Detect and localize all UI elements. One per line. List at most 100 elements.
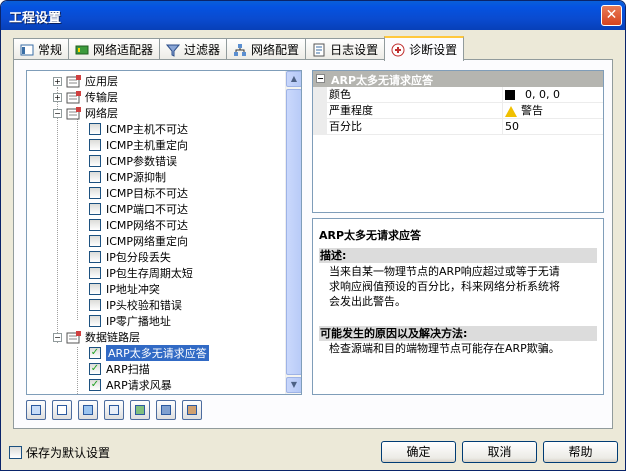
tree-item[interactable]: ✓ ARP请求风暴 — [89, 377, 172, 393]
save-default-label: 保存为默认设置 — [26, 446, 111, 460]
tree-group-label: 网络层 — [85, 107, 118, 120]
help-button[interactable]: 帮助 — [543, 441, 618, 463]
property-value[interactable]: 0, 0, 0 — [505, 87, 560, 103]
scroll-thumb[interactable] — [286, 89, 301, 375]
item-label: IP地址冲突 — [106, 283, 160, 296]
tree-connector — [77, 347, 78, 394]
description-line: 会发出此警告。 — [329, 295, 406, 308]
layer-folder-icon — [66, 91, 81, 104]
tree-group-network[interactable]: − 网络层 — [53, 105, 118, 121]
tab-network-adapter[interactable]: 网络适配器 — [68, 38, 161, 60]
item-checkbox-checked[interactable]: ✓ — [89, 347, 101, 359]
reset-icon[interactable] — [182, 400, 202, 420]
import-icon[interactable] — [130, 400, 150, 420]
tab-label: 日志设置 — [330, 43, 379, 57]
item-checkbox[interactable] — [89, 283, 101, 295]
item-checkbox[interactable] — [89, 315, 101, 327]
tab-general[interactable]: 常规 — [13, 38, 70, 60]
property-grid[interactable]: − ARP太多无请求应答 颜色 0, 0, 0 严重程度 警告 百分比 50 — [312, 70, 604, 213]
expand-icon[interactable]: + — [53, 92, 62, 102]
log-icon — [313, 43, 325, 56]
expand-icon[interactable]: + — [53, 76, 62, 86]
properties-icon[interactable] — [104, 400, 124, 420]
item-label: ICMP端口不可达 — [106, 203, 189, 216]
property-value[interactable]: 50 — [505, 119, 519, 135]
tree-item-selected[interactable]: ✓ ARP太多无请求应答 — [89, 345, 209, 361]
network-adapter-icon — [75, 45, 89, 54]
tab-diagnosis[interactable]: 诊断设置 — [384, 36, 465, 61]
item-checkbox-checked[interactable]: ✓ — [89, 379, 101, 391]
property-row-percent[interactable]: 百分比 50 — [313, 119, 603, 135]
diagnosis-tree[interactable]: + 应用层 + 传输层 − 网络层 ICMP主机不可达 ICMP主机重定向 IC… — [26, 70, 302, 395]
scroll-down-icon[interactable]: ▼ — [286, 377, 301, 393]
property-header[interactable]: − ARP太多无请求应答 — [313, 71, 603, 87]
tree-item[interactable]: IP包生存周期太短 — [89, 265, 193, 281]
tree-item[interactable]: ICMP主机重定向 — [89, 137, 188, 153]
tree-group-datalink[interactable]: − 数据链路层 — [53, 329, 140, 345]
collapse-icon[interactable]: − — [53, 332, 62, 342]
tree-item[interactable]: ICMP端口不可达 — [89, 201, 188, 217]
tab-log[interactable]: 日志设置 — [305, 38, 386, 60]
invert-check-icon[interactable] — [78, 400, 98, 420]
item-checkbox[interactable] — [89, 155, 101, 167]
property-value[interactable]: 警告 — [505, 103, 543, 119]
item-label: ICMP目标不可达 — [106, 187, 189, 200]
tree-item[interactable]: ICMP目标不可达 — [89, 185, 188, 201]
item-checkbox[interactable] — [89, 139, 101, 151]
item-checkbox[interactable] — [89, 267, 101, 279]
property-key: 百分比 — [313, 119, 503, 135]
tree-item[interactable]: ✓ ARP扫描 — [89, 361, 150, 377]
item-checkbox[interactable] — [89, 251, 101, 263]
item-checkbox[interactable] — [89, 235, 101, 247]
item-label: IP零广播地址 — [106, 315, 171, 328]
tree-group-application[interactable]: + 应用层 — [53, 73, 118, 89]
description-line: 求响应阀值预设的百分比，科来网络分析系统将 — [329, 280, 560, 293]
checkbox-box[interactable] — [9, 446, 22, 459]
item-checkbox[interactable] — [89, 219, 101, 231]
tree-item[interactable]: IP零广播地址 — [89, 313, 171, 329]
ok-button[interactable]: 确定 — [381, 441, 456, 463]
item-checkbox[interactable] — [89, 299, 101, 311]
item-checkbox-checked[interactable]: ✓ — [89, 363, 101, 375]
cancel-button[interactable]: 取消 — [462, 441, 537, 463]
tree-toolbar — [26, 400, 202, 420]
tab-label: 常规 — [38, 43, 63, 57]
tree-item[interactable]: IP头校验和错误 — [89, 297, 182, 313]
description-title: ARP太多无请求应答 — [319, 229, 422, 242]
tree-group-transport[interactable]: + 传输层 — [53, 89, 118, 105]
warning-icon — [505, 105, 517, 117]
tree-item[interactable]: ICMP主机不可达 — [89, 121, 188, 137]
tree-item[interactable]: ICMP参数错误 — [89, 153, 177, 169]
property-row-color[interactable]: 颜色 0, 0, 0 — [313, 87, 603, 103]
tab-label: 诊断设置 — [409, 43, 458, 57]
title-bar[interactable]: 工程设置 ✕ — [1, 1, 625, 30]
tab-network-config[interactable]: 网络配置 — [226, 38, 307, 60]
tree-item[interactable]: IP地址冲突 — [89, 281, 160, 297]
save-default-checkbox[interactable]: 保存为默认设置 — [9, 444, 110, 461]
tree-item[interactable]: ICMP源抑制 — [89, 169, 166, 185]
item-label: ICMP网络不可达 — [106, 219, 189, 232]
item-checkbox[interactable] — [89, 203, 101, 215]
item-checkbox[interactable] — [89, 171, 101, 183]
item-label: IP包生存周期太短 — [106, 267, 193, 280]
tab-filter[interactable]: 过滤器 — [159, 38, 228, 60]
cause-heading: 可能发生的原因以及解决方法: — [319, 326, 597, 341]
item-checkbox[interactable] — [89, 187, 101, 199]
severity-value: 警告 — [521, 104, 543, 117]
tree-scrollbar[interactable]: ▲ ▼ — [285, 71, 301, 394]
item-label: ARP请求风暴 — [106, 379, 172, 392]
scroll-up-icon[interactable]: ▲ — [286, 71, 301, 87]
collapse-icon[interactable]: − — [316, 74, 325, 83]
uncheck-all-icon[interactable] — [52, 400, 72, 420]
filter-icon — [166, 44, 181, 57]
property-row-severity[interactable]: 严重程度 警告 — [313, 103, 603, 119]
check-all-icon[interactable] — [26, 400, 46, 420]
item-checkbox[interactable] — [89, 123, 101, 135]
close-icon[interactable]: ✕ — [601, 5, 622, 26]
export-icon[interactable] — [156, 400, 176, 420]
tree-item[interactable]: ICMP网络不可达 — [89, 217, 188, 233]
tree-item[interactable]: ICMP网络重定向 — [89, 233, 188, 249]
layer-folder-icon — [66, 331, 81, 344]
tree-item[interactable]: IP包分段丢失 — [89, 249, 171, 265]
collapse-icon[interactable]: − — [53, 108, 62, 118]
